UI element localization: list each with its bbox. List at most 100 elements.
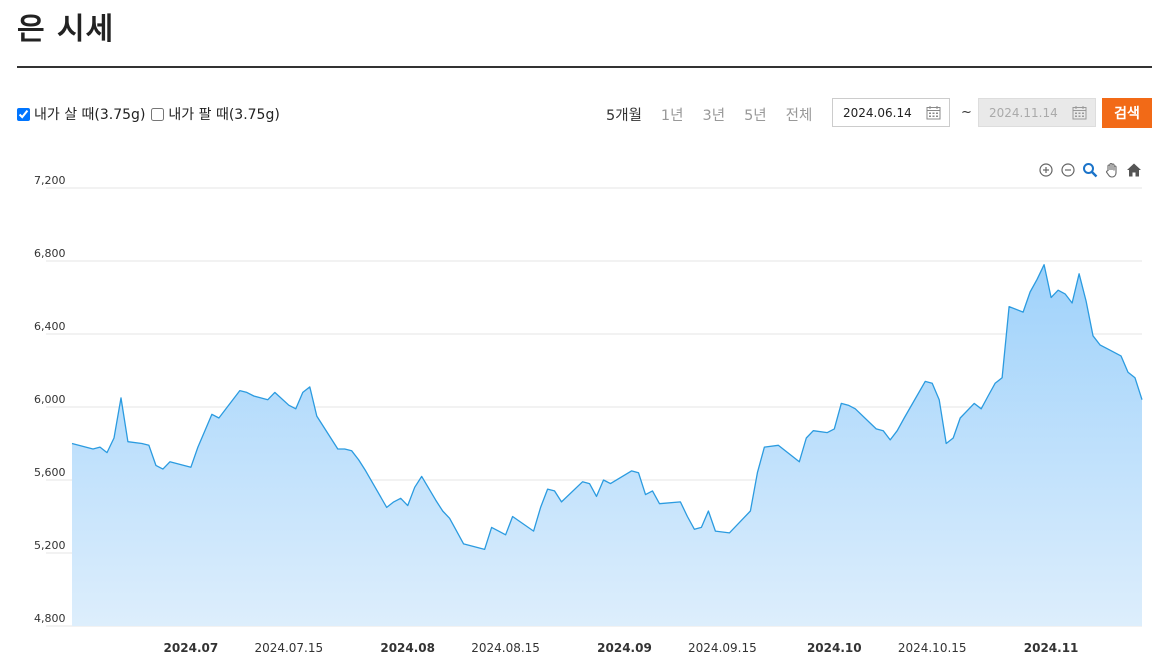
data-point[interactable] xyxy=(839,401,843,405)
data-point[interactable] xyxy=(958,416,962,420)
data-point[interactable] xyxy=(203,429,207,433)
data-point[interactable] xyxy=(581,480,585,484)
data-point[interactable] xyxy=(1084,299,1088,303)
data-point[interactable] xyxy=(853,407,857,411)
data-point[interactable] xyxy=(658,502,662,506)
period-1y-button[interactable]: 1년 xyxy=(661,104,684,125)
data-point[interactable] xyxy=(385,505,389,509)
data-point[interactable] xyxy=(1133,376,1137,380)
data-point[interactable] xyxy=(1077,272,1081,276)
data-point[interactable] xyxy=(790,454,794,458)
buy-price-checkbox[interactable] xyxy=(17,107,30,121)
data-point[interactable] xyxy=(70,442,74,446)
data-point[interactable] xyxy=(895,429,899,433)
data-point[interactable] xyxy=(308,385,312,389)
data-point[interactable] xyxy=(776,443,780,447)
data-point[interactable] xyxy=(881,429,885,433)
data-point[interactable] xyxy=(1091,334,1095,338)
data-point[interactable] xyxy=(713,529,717,533)
data-point[interactable] xyxy=(364,469,368,473)
data-point[interactable] xyxy=(1105,347,1109,351)
data-point[interactable] xyxy=(804,436,808,440)
data-point[interactable] xyxy=(986,394,990,398)
data-point[interactable] xyxy=(588,482,592,486)
data-point[interactable] xyxy=(217,416,221,420)
data-point[interactable] xyxy=(161,467,165,471)
data-point[interactable] xyxy=(315,414,319,418)
data-point[interactable] xyxy=(238,389,242,393)
data-point[interactable] xyxy=(748,509,752,513)
data-point[interactable] xyxy=(1056,288,1060,292)
calendar-icon[interactable] xyxy=(926,105,941,120)
data-point[interactable] xyxy=(434,498,438,502)
data-point[interactable] xyxy=(147,443,151,447)
data-point[interactable] xyxy=(1119,354,1123,358)
data-point[interactable] xyxy=(595,494,599,498)
data-point[interactable] xyxy=(651,489,655,493)
data-point[interactable] xyxy=(301,390,305,394)
data-point[interactable] xyxy=(951,436,955,440)
data-point[interactable] xyxy=(357,458,361,462)
data-point[interactable] xyxy=(154,463,158,467)
data-point[interactable] xyxy=(119,396,123,400)
data-point[interactable] xyxy=(511,515,515,519)
data-point[interactable] xyxy=(685,515,689,519)
data-point[interactable] xyxy=(741,516,745,520)
data-point[interactable] xyxy=(972,401,976,405)
data-point[interactable] xyxy=(923,379,927,383)
data-point[interactable] xyxy=(832,427,836,431)
data-point[interactable] xyxy=(797,460,801,464)
data-point[interactable] xyxy=(637,471,641,475)
data-point[interactable] xyxy=(483,547,487,551)
data-point[interactable] xyxy=(1098,343,1102,347)
data-point[interactable] xyxy=(336,447,340,451)
data-point[interactable] xyxy=(252,394,256,398)
data-point[interactable] xyxy=(287,403,291,407)
data-point[interactable] xyxy=(497,529,501,533)
data-point[interactable] xyxy=(1021,310,1025,314)
data-point[interactable] xyxy=(1000,376,1004,380)
data-point[interactable] xyxy=(1028,290,1032,294)
data-point[interactable] xyxy=(266,398,270,402)
data-point[interactable] xyxy=(888,438,892,442)
data-point[interactable] xyxy=(245,390,249,394)
data-point[interactable] xyxy=(678,500,682,504)
data-point[interactable] xyxy=(448,516,452,520)
data-point[interactable] xyxy=(210,412,214,416)
data-point[interactable] xyxy=(91,447,95,451)
data-point[interactable] xyxy=(602,478,606,482)
data-point[interactable] xyxy=(98,445,102,449)
data-point[interactable] xyxy=(140,442,144,446)
data-point[interactable] xyxy=(112,436,116,440)
data-point[interactable] xyxy=(993,381,997,385)
data-point[interactable] xyxy=(420,474,424,478)
data-point[interactable] xyxy=(399,496,403,500)
period-5m-button[interactable]: 5개월 xyxy=(606,104,642,125)
data-point[interactable] xyxy=(630,469,634,473)
end-date-input[interactable]: 2024.11.14 xyxy=(978,98,1096,127)
data-point[interactable] xyxy=(874,427,878,431)
data-point[interactable] xyxy=(930,381,934,385)
data-point[interactable] xyxy=(1042,263,1046,267)
data-point[interactable] xyxy=(1070,301,1074,305)
data-point[interactable] xyxy=(294,407,298,411)
data-point[interactable] xyxy=(343,447,347,451)
data-point[interactable] xyxy=(441,509,445,513)
data-point[interactable] xyxy=(539,505,543,509)
data-point[interactable] xyxy=(273,390,277,394)
data-point[interactable] xyxy=(979,407,983,411)
data-point[interactable] xyxy=(1007,305,1011,309)
start-date-input[interactable]: 2024.06.14 xyxy=(832,98,950,127)
data-point[interactable] xyxy=(825,431,829,435)
data-point[interactable] xyxy=(1063,292,1067,296)
data-point[interactable] xyxy=(846,403,850,407)
period-all-button[interactable]: 전체 xyxy=(786,104,813,125)
period-3y-button[interactable]: 3년 xyxy=(702,104,725,125)
data-point[interactable] xyxy=(105,451,109,455)
data-point[interactable] xyxy=(532,529,536,533)
data-point[interactable] xyxy=(937,398,941,402)
data-point[interactable] xyxy=(168,460,172,464)
data-point[interactable] xyxy=(413,485,417,489)
data-point[interactable] xyxy=(692,527,696,531)
data-point[interactable] xyxy=(546,487,550,491)
